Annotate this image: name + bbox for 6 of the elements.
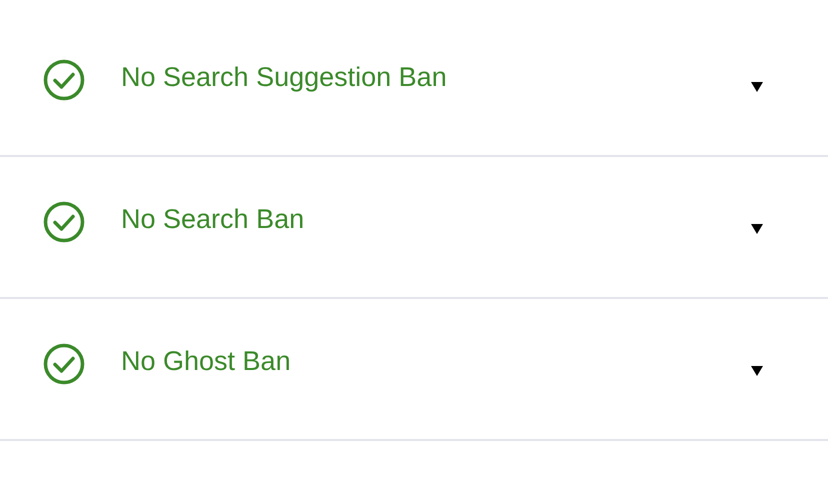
accordion-header[interactable]: No Ghost Ban xyxy=(0,299,828,439)
accordion-header[interactable]: No Search Suggestion Ban xyxy=(0,15,828,155)
caret-icon xyxy=(750,81,764,93)
accordion-header[interactable]: No Search Ban xyxy=(0,157,828,297)
caret-icon xyxy=(750,365,764,377)
caret-icon xyxy=(750,223,764,235)
